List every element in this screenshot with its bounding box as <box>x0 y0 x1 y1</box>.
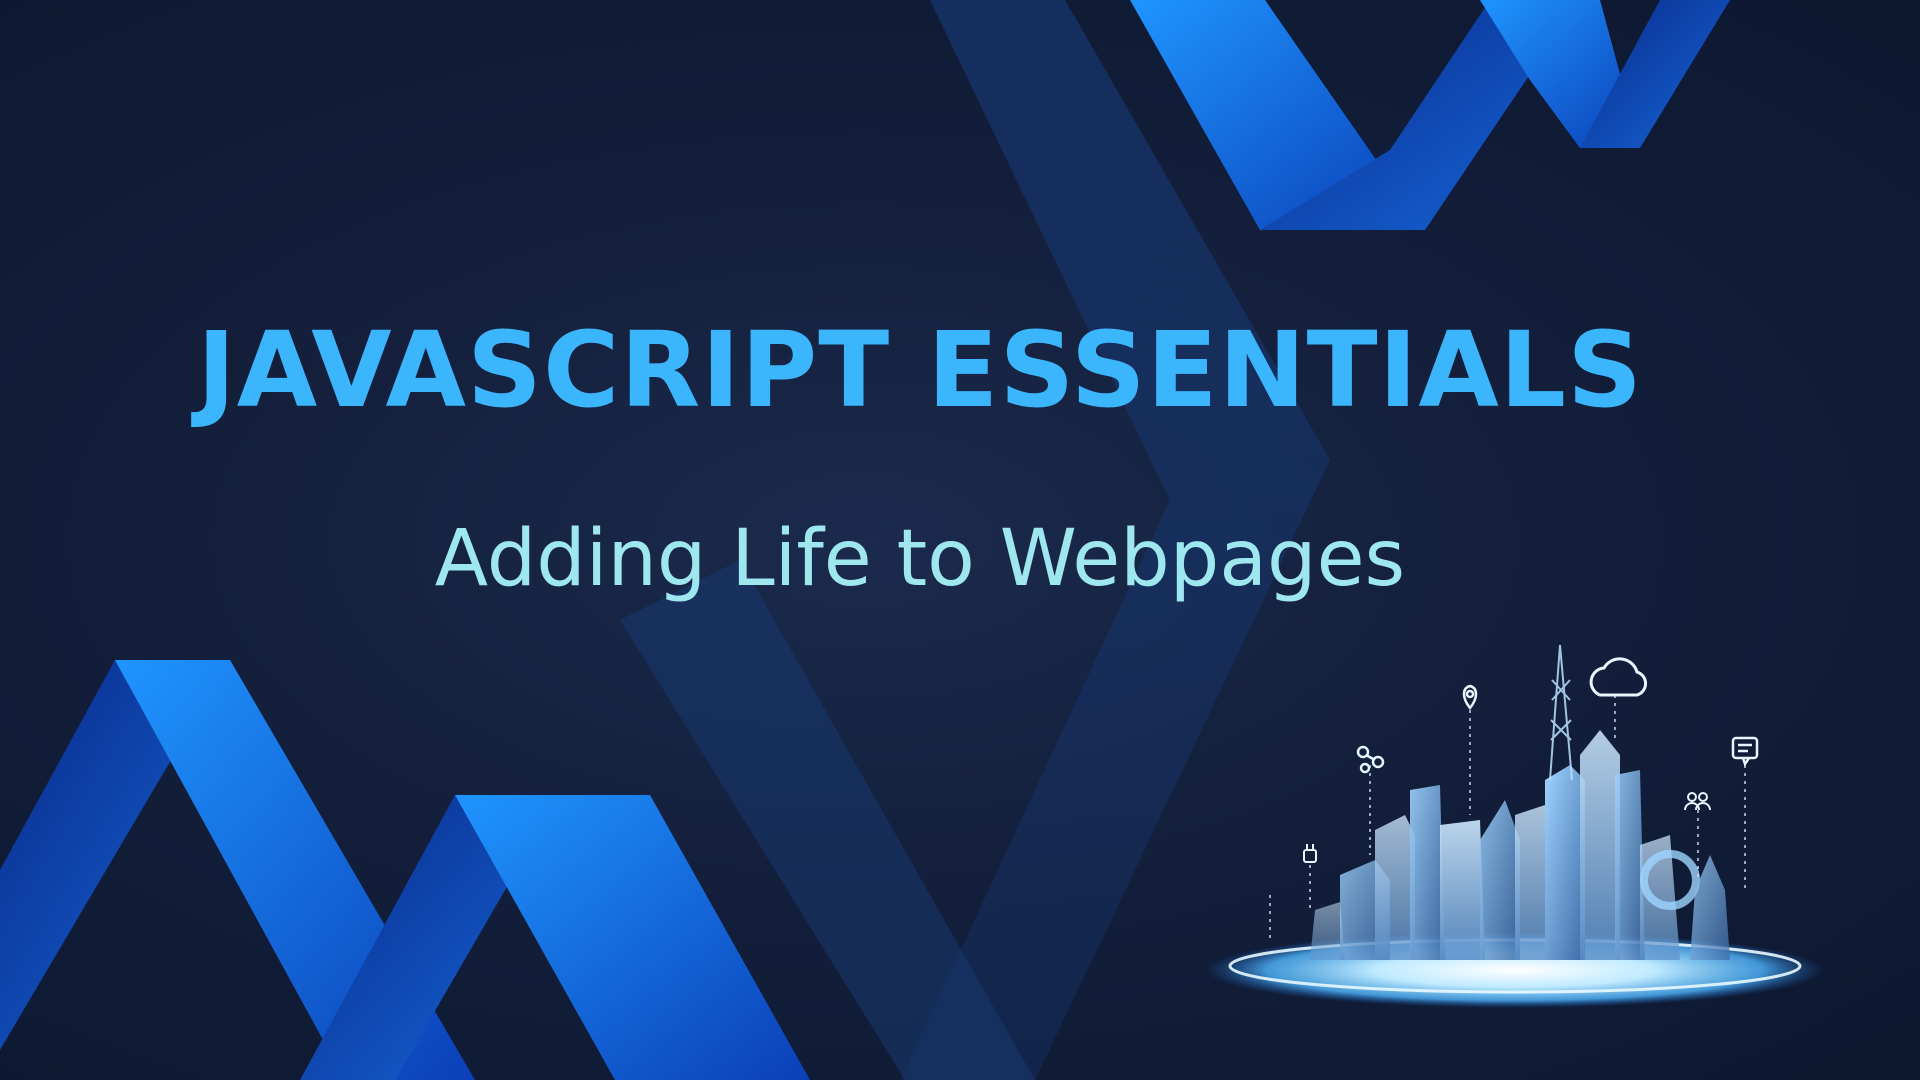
plug-icon <box>1303 844 1317 863</box>
slide-subtitle: Adding Life to Webpages <box>434 514 1406 604</box>
smart-city-illustration <box>1205 644 1825 1008</box>
users-icon <box>1684 792 1711 811</box>
location-pin-icon <box>1462 684 1478 711</box>
network-nodes-icon <box>1356 745 1385 774</box>
slide-title: JAVASCRIPT ESSENTIALS <box>197 309 1643 431</box>
city-antenna <box>1549 644 1573 781</box>
cloud-icon <box>1589 657 1647 697</box>
chat-bubble-icon <box>1731 736 1759 767</box>
slide: JAVASCRIPT ESSENTIALS Adding Life to Web… <box>0 0 1920 1080</box>
